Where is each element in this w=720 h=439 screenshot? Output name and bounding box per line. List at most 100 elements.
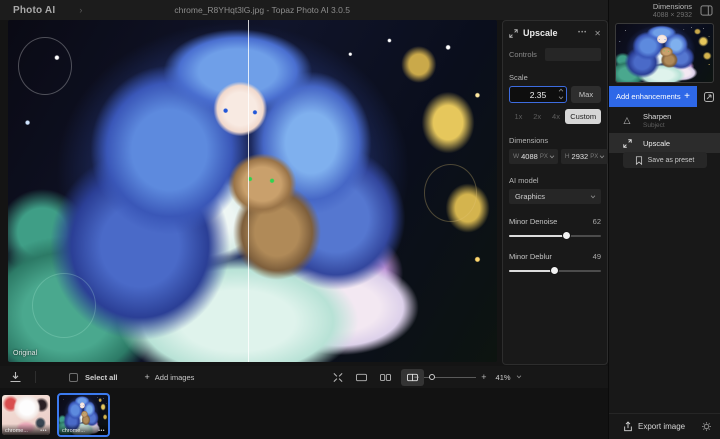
- upscale-panel: Upscale ••• ✕ Controls Scale 2.35 Max 1x…: [502, 20, 609, 365]
- height-value: 2932: [571, 152, 589, 161]
- panel-toggle-icon[interactable]: [700, 5, 713, 16]
- ai-model-value: Graphics: [515, 192, 546, 201]
- thumbnail-menu-icon[interactable]: •••: [98, 428, 105, 434]
- ai-model-select[interactable]: Graphics: [509, 189, 601, 204]
- panel-title: Upscale: [523, 28, 558, 38]
- deblur-value: 49: [592, 252, 601, 261]
- fit-icon: [333, 372, 343, 382]
- chevron-up-icon: [558, 88, 564, 94]
- bookmark-icon: [635, 155, 642, 165]
- select-all-checkbox[interactable]: [69, 372, 78, 382]
- toolbar-divider: [35, 371, 36, 383]
- export-bar: Export image: [609, 413, 720, 439]
- slider-knob[interactable]: [429, 374, 436, 380]
- enhancements-sidebar: Dimensions 4088 × 2932 Add enhancements …: [608, 0, 720, 439]
- zoom-out-icon[interactable]: −: [414, 372, 419, 382]
- decorative-swirl: [17, 37, 72, 96]
- scale-max-button[interactable]: Max: [571, 86, 601, 103]
- add-enhancements-button[interactable]: Add enhancements +: [609, 86, 697, 107]
- scale-value: 2.35: [529, 89, 547, 100]
- add-enhancements-label: Add enhancements: [616, 92, 681, 101]
- scale-input[interactable]: 2.35: [509, 86, 567, 103]
- image-canvas[interactable]: Original: [8, 20, 497, 362]
- denoise-slider[interactable]: [509, 232, 601, 239]
- plus-icon: +: [684, 91, 690, 102]
- side-by-side-view-button[interactable]: [379, 372, 392, 383]
- chevron-down-icon: [590, 193, 596, 198]
- width-unit: PX: [539, 153, 548, 160]
- dimensions-label: Dimensions: [509, 136, 549, 145]
- controls-label: Controls: [509, 50, 537, 59]
- slider-fill: [509, 235, 567, 237]
- sharpen-triangle-icon: △: [623, 114, 631, 125]
- ai-model-label: AI model: [509, 176, 539, 185]
- document-title: chrome_R8YHqt3lG.jpg - Topaz Photo AI 3.…: [174, 5, 350, 15]
- deblur-label: Minor Deblur: [509, 252, 552, 261]
- chevron-down-icon: [516, 373, 521, 379]
- slider-knob[interactable]: [562, 232, 570, 239]
- select-all-label[interactable]: Select all: [85, 373, 118, 382]
- height-field[interactable]: H 2932 PX: [560, 149, 609, 164]
- chevron-down-icon: [599, 153, 605, 158]
- compare-original-button[interactable]: [697, 86, 720, 107]
- chevron-down-icon: [549, 153, 555, 158]
- thumbnail-label-bar: chrome... •••: [59, 424, 108, 435]
- original-label: Original: [13, 350, 38, 357]
- enhancement-item-upscale[interactable]: Upscale: [609, 133, 720, 153]
- export-icon: [624, 421, 632, 432]
- zoom-slider[interactable]: [424, 373, 477, 381]
- scale-option-custom[interactable]: Custom: [565, 109, 601, 124]
- upscale-panel-header: Upscale ••• ✕: [509, 27, 601, 39]
- upscale-arrows-icon: [620, 138, 634, 148]
- sharpen-label: Sharpen: [643, 111, 672, 121]
- zoom-in-icon[interactable]: +: [481, 372, 486, 382]
- filmstrip: chrome... ••• chrome... •••: [0, 388, 608, 439]
- single-view-icon: [356, 373, 367, 381]
- panel-menu-icon[interactable]: •••: [578, 30, 587, 36]
- filmstrip-thumbnail-selected[interactable]: chrome... •••: [57, 393, 110, 437]
- slider-fill: [509, 270, 555, 272]
- plus-icon: +: [144, 372, 150, 382]
- download-icon: [10, 372, 21, 383]
- export-settings-icon[interactable]: [701, 421, 712, 432]
- save-as-preset-label: Save as preset: [647, 156, 695, 164]
- thumbnail-filename: chrome...: [62, 428, 85, 434]
- expand-arrows-icon: [509, 28, 518, 38]
- before-after-split-handle[interactable]: [247, 20, 249, 362]
- single-view-button[interactable]: [355, 372, 368, 383]
- add-images-button[interactable]: + Add images: [145, 372, 195, 382]
- scale-label: Scale: [509, 73, 528, 82]
- fit-to-screen-button[interactable]: [332, 372, 344, 383]
- width-value: 4088: [521, 152, 538, 161]
- decorative-swirl: [423, 163, 478, 222]
- dimensions-header-label: Dimensions: [652, 2, 692, 11]
- side-by-side-icon: [380, 373, 391, 381]
- app-logo[interactable]: Photo AI: [13, 5, 55, 16]
- zoom-controls: − + 41%: [414, 372, 521, 382]
- enhancement-item-sharpen[interactable]: △ Sharpen Subject: [609, 107, 720, 133]
- width-axis-label: W: [513, 153, 520, 160]
- scale-option-4x[interactable]: 4x: [547, 112, 566, 121]
- controls-selector[interactable]: [545, 48, 601, 61]
- width-field[interactable]: W 4088 PX: [509, 149, 558, 164]
- scale-stepper[interactable]: [558, 88, 564, 100]
- save-to-disk-button[interactable]: [9, 371, 22, 383]
- decorative-swirl: [32, 273, 96, 339]
- export-image-button[interactable]: Export image: [623, 421, 685, 432]
- export-image-label: Export image: [638, 422, 686, 431]
- navigator-thumbnail[interactable]: [615, 23, 714, 83]
- slider-knob[interactable]: [550, 267, 558, 274]
- save-as-preset-button[interactable]: Save as preset: [622, 152, 707, 168]
- scale-option-1x[interactable]: 1x: [509, 112, 528, 121]
- close-icon[interactable]: ✕: [594, 29, 601, 38]
- sharpen-sublabel: Subject: [643, 121, 665, 129]
- upscale-item-label: Upscale: [643, 138, 671, 148]
- deblur-slider[interactable]: [509, 267, 601, 274]
- thumbnail-menu-icon[interactable]: •••: [40, 428, 47, 434]
- zoom-percentage[interactable]: 41%: [496, 373, 511, 382]
- thumbnail-filename: chrome...: [5, 428, 28, 434]
- filmstrip-thumbnail[interactable]: chrome... •••: [2, 395, 50, 435]
- scale-option-2x[interactable]: 2x: [528, 112, 547, 121]
- view-mode-group: [332, 368, 424, 386]
- dimensions-header: Dimensions 4088 × 2932: [609, 0, 720, 20]
